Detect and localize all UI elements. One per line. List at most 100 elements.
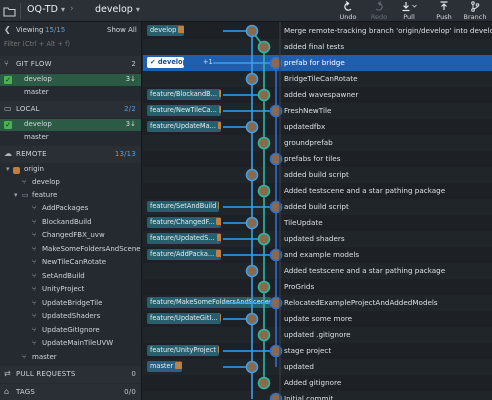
branch-icon [458, 1, 492, 13]
undo-icon [331, 1, 365, 13]
remote-origin[interactable]: ▾ origin [0, 164, 141, 176]
viewing-label: Viewing [16, 26, 44, 34]
branch-name-dropdown[interactable]: develop ▾ [95, 4, 140, 15]
top-toolbar: OQ-TD ▾ › develop ▾ Undo Redo Pull Push … [0, 0, 492, 22]
cloud-icon: ☁ [4, 149, 13, 158]
chevron-down-icon: ▾ [14, 191, 18, 199]
branch-button[interactable]: Branch [458, 0, 492, 22]
undo-label: Undo [339, 13, 357, 21]
show-all-button[interactable]: Show All [107, 26, 137, 34]
commit-node[interactable] [245, 216, 259, 230]
graph-lanes [213, 22, 283, 400]
branch-icon: ⑂ [32, 298, 37, 307]
remote-feature-branch[interactable]: ⑂ BlockandBuild [0, 217, 141, 229]
branch-label: UpdateBridgeTile [42, 298, 103, 307]
tag-icon: ⌂ [4, 387, 10, 396]
local-count: 2/2 [124, 105, 136, 113]
gitflow-title: GIT FLOW [16, 60, 52, 68]
commit-node[interactable] [245, 312, 259, 326]
repo-name-label: OQ-TD [27, 4, 58, 15]
pull-icon [392, 1, 426, 13]
remote-feature-branch[interactable]: ⑂ MakeSomeFoldersAndScene [0, 244, 141, 256]
back-arrow-icon[interactable]: ❮ [4, 25, 11, 34]
remote-feature-branch[interactable]: ⑂ UpdateMainTileUVW [0, 338, 141, 350]
remote-section-header[interactable]: ☁ REMOTE 13/13 [0, 146, 141, 163]
behind-count-badge: 3↓ [125, 75, 136, 83]
branch-icon: ⑂ [32, 258, 37, 266]
remote-folder-feature[interactable]: ▾ ▭ feature [0, 190, 141, 202]
commit-node[interactable] [257, 280, 271, 294]
commit-node[interactable] [257, 232, 271, 246]
branch-icon: ⑂ [32, 244, 37, 253]
repo-folder-icon[interactable] [0, 0, 19, 22]
remote-branch-master[interactable]: ⑂ master [0, 352, 141, 364]
remote-branch-develop[interactable]: ⑂ develop [0, 177, 141, 189]
gitflow-count: 2 [131, 60, 136, 68]
commit-node[interactable] [257, 184, 271, 198]
remote-feature-branch[interactable]: ⑂ UpdateGitIgnore [0, 325, 141, 337]
pull-label: Pull [403, 13, 415, 21]
branch-label: NewTileCanRotate [42, 258, 107, 266]
folder-icon: ▭ [22, 191, 29, 199]
repo-name-dropdown[interactable]: OQ-TD ▾ [27, 4, 65, 15]
gitflow-branch-develop[interactable]: ✓ develop 3↓ [0, 74, 141, 86]
pull-button[interactable]: Pull [392, 0, 426, 22]
commit-node[interactable] [257, 88, 271, 102]
commit-node[interactable] [245, 24, 259, 38]
remote-feature-branch[interactable]: ⑂ UnityProject [0, 284, 141, 296]
branch-label: develop [24, 120, 52, 128]
tags-title: TAGS [16, 388, 36, 396]
local-title: LOCAL [16, 105, 40, 113]
remote-origin-label: origin [24, 165, 44, 173]
left-sidebar: ❮ Viewing 15/15 Show All ⑂ GIT FLOW 2 ✓ … [0, 22, 142, 400]
branch-icon: ⑂ [32, 217, 37, 226]
pull-request-icon: ⇄ [4, 369, 11, 378]
branch-label: develop [24, 75, 52, 83]
commit-node[interactable] [245, 120, 259, 134]
checkout-check-icon: ✓ [4, 76, 12, 84]
remote-feature-branch[interactable]: ⑂ UpdatedShaders [0, 311, 141, 323]
behind-count-badge: 3↓ [125, 120, 136, 128]
chevron-down-icon: ▾ [6, 165, 10, 173]
branch-label: UpdatedShaders [42, 312, 101, 320]
commit-node[interactable] [245, 168, 259, 182]
remote-feature-branch[interactable]: ⑂ ChangedFBX_uvw [0, 230, 141, 242]
filter-bar [4, 38, 138, 50]
branch-icon: ⑂ [32, 339, 37, 347]
gitflow-branch-master[interactable]: master [0, 87, 141, 99]
branch-icon: ⑂ [32, 325, 37, 334]
filter-input[interactable] [4, 38, 138, 50]
chevron-down-icon: ▾ [135, 5, 140, 14]
tags-section-header[interactable]: ⌂ TAGS 0/0 [0, 384, 141, 400]
commit-node[interactable] [257, 40, 271, 54]
viewing-count: 15/15 [45, 26, 66, 34]
gitflow-icon: ⑂ [4, 59, 9, 68]
pull-requests-section-header[interactable]: ⇄ PULL REQUESTS 0 [0, 366, 141, 383]
commit-node[interactable] [245, 264, 259, 278]
local-branch-master[interactable]: master [0, 132, 141, 144]
remote-feature-branch[interactable]: ⑂ UpdateBridgeTile [0, 298, 141, 310]
local-branch-develop[interactable]: ✓ develop 3↓ [0, 119, 141, 131]
remote-feature-branch[interactable]: ⑂ AddPackages [0, 203, 141, 215]
branch-label: master [24, 133, 49, 141]
avatar [13, 167, 20, 174]
remote-feature-branch[interactable]: ⑂ SetAndBuild [0, 271, 141, 283]
commit-node[interactable] [257, 376, 271, 390]
push-button[interactable]: Push [427, 0, 461, 22]
push-icon [427, 1, 461, 13]
commit-node[interactable] [257, 328, 271, 342]
branch-icon: ⑂ [22, 178, 27, 186]
remote-feature-branch[interactable]: ⑂ NewTileCanRotate [0, 257, 141, 269]
redo-button[interactable]: Redo [362, 0, 396, 22]
branch-label: ChangedFBX_uvw [42, 231, 105, 239]
gitflow-section-header[interactable]: ⑂ GIT FLOW 2 [0, 56, 141, 73]
commit-node[interactable] [245, 72, 259, 86]
undo-button[interactable]: Undo [331, 0, 365, 22]
local-section-header[interactable]: ▭ LOCAL 2/2 [0, 101, 141, 118]
branch-label: master [24, 88, 49, 96]
redo-icon [362, 1, 396, 13]
remote-title: REMOTE [16, 150, 47, 158]
commit-node[interactable] [245, 360, 259, 374]
branch-label: UpdateGitIgnore [42, 325, 100, 334]
commit-node[interactable] [257, 136, 271, 150]
